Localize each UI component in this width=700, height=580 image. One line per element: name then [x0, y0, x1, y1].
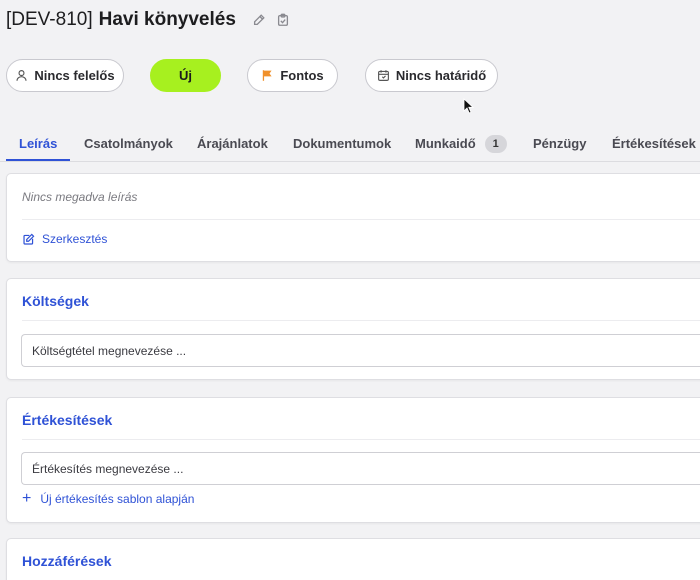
sale-item-input[interactable]: Értékesítés megnevezése ...	[21, 452, 700, 485]
tab-sales[interactable]: Értékesítések	[612, 126, 696, 161]
priority-button[interactable]: Fontos	[247, 59, 338, 92]
tab-description[interactable]: Leírás	[19, 126, 57, 161]
page-header: [DEV-810] Havi könyvelés	[6, 8, 290, 32]
divider	[22, 439, 700, 440]
divider	[22, 320, 700, 321]
add-sale-label: Új értékesítés sablon alapján	[40, 492, 195, 506]
tab-divider	[0, 161, 700, 162]
deadline-button[interactable]: Nincs határidő	[365, 59, 498, 92]
ticket-id: [DEV-810]	[6, 9, 93, 30]
sale-item-placeholder: Értékesítés megnevezése ...	[32, 461, 184, 476]
empty-description-text: Nincs megadva leírás	[22, 190, 138, 204]
assignee-button[interactable]: Nincs felelős	[6, 59, 124, 92]
mouse-cursor-icon	[463, 98, 474, 114]
tab-worktime[interactable]: Munkaidő 1	[415, 126, 507, 161]
edit-icon[interactable]	[252, 13, 266, 27]
ticket-properties: Nincs felelős Új Fontos Nincs határidő	[0, 59, 700, 92]
page-title: Havi könyvelés	[98, 9, 236, 30]
costs-card: Költségek Költségtétel megnevezése ...	[6, 278, 700, 380]
tab-bar: Leírás Csatolmányok Árajánlatok Dokument…	[0, 126, 700, 162]
user-icon	[16, 70, 27, 81]
sales-title: Értékesítések	[22, 412, 113, 428]
tab-attachments[interactable]: Csatolmányok	[84, 126, 173, 161]
tab-label: Csatolmányok	[84, 136, 173, 151]
add-sale-from-template-button[interactable]: + Új értékesítés sablon alapján	[22, 490, 195, 507]
divider	[22, 219, 700, 220]
status-label: Új	[179, 68, 192, 83]
costs-title: Költségek	[22, 293, 89, 309]
access-card: Hozzáférések	[6, 538, 700, 580]
tab-label: Pénzügy	[533, 136, 587, 151]
edit-label: Szerkesztés	[42, 232, 108, 246]
deadline-label: Nincs határidő	[395, 68, 487, 83]
tab-quotes[interactable]: Árajánlatok	[197, 126, 268, 161]
priority-label: Fontos	[280, 68, 324, 83]
calendar-icon	[377, 70, 389, 81]
count-badge: 1	[484, 134, 507, 153]
status-button[interactable]: Új	[150, 59, 221, 92]
sales-card: Értékesítések Értékesítés megnevezése ..…	[6, 397, 700, 523]
tab-label: Leírás	[19, 136, 58, 151]
cost-item-placeholder: Költségtétel megnevezése ...	[32, 343, 187, 358]
tab-label: Értékesítések	[612, 136, 696, 151]
edit-icon	[23, 233, 35, 245]
access-title: Hozzáférések	[22, 553, 112, 569]
cost-item-input[interactable]: Költségtétel megnevezése ...	[21, 334, 700, 367]
tab-finance[interactable]: Pénzügy	[533, 126, 586, 161]
edit-description-button[interactable]: Szerkesztés	[22, 232, 107, 246]
clipboard-icon[interactable]	[276, 13, 290, 27]
flag-icon	[263, 70, 272, 81]
tab-documents[interactable]: Dokumentumok	[293, 126, 391, 161]
tab-label: Dokumentumok	[293, 136, 392, 151]
tab-label: Munkaidő	[415, 136, 476, 151]
plus-icon: +	[22, 490, 32, 507]
assignee-label: Nincs felelős	[34, 68, 115, 83]
tab-label: Árajánlatok	[197, 136, 268, 151]
description-card: Nincs megadva leírás Szerkesztés	[6, 173, 700, 262]
